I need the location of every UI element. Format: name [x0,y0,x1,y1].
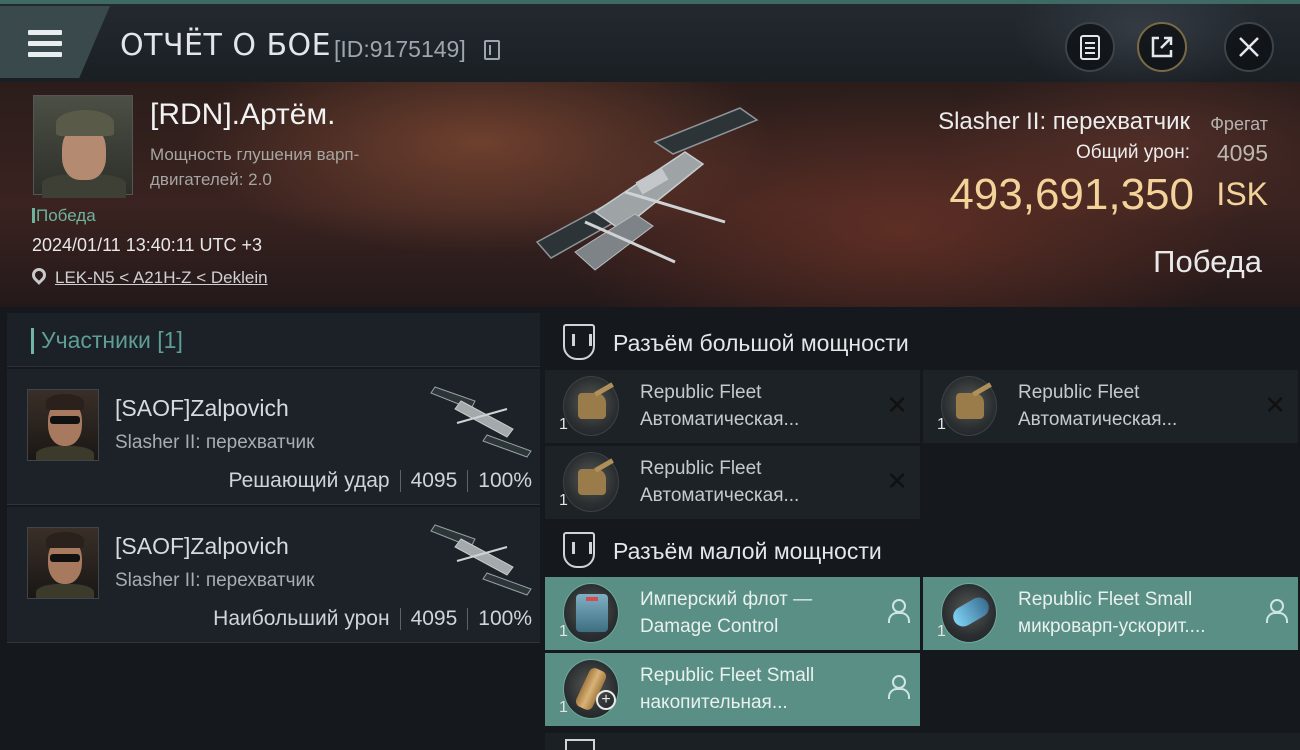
share-icon [1151,36,1173,58]
clipboard-icon [1080,35,1100,60]
participants-header[interactable]: Участники [1] [7,313,540,367]
participant-stats: Наибольший урон 4095 100% [213,607,532,631]
victim-ship-class: Фрегат [1210,114,1268,134]
damage-control-icon [563,583,619,643]
result-heading: Победа [1153,244,1262,279]
dropped-person-icon [886,599,910,623]
participant-ship: Slasher II: перехватчик [115,570,315,591]
module-name-line1: Republic Fleet [640,382,762,403]
participants-panel: Участники [1] [SAOF]Zalpovich Slasher II… [5,313,540,750]
participant-role: Решающий удар [228,469,390,492]
module-name-line1: Republic Fleet [640,458,762,479]
module-quantity: 1 [937,416,946,433]
location-link[interactable]: LEK-N5 < A21H-Z < Deklein [55,268,268,288]
module-name-line1: Republic Fleet [1018,382,1140,403]
module-name-line2: Автоматическая... [640,485,800,506]
copy-icon[interactable] [484,40,500,60]
module-tile[interactable]: 1 Имперский флот — Damage Control [545,577,920,650]
module-tile[interactable]: + 1 Republic Fleet Small накопительная..… [545,653,920,726]
clipboard-button[interactable] [1065,22,1115,72]
fitting-panel: Разъём большой мощности 1 Republic Fleet… [545,310,1300,750]
participant-ship-icon [430,524,532,596]
participant-avatar [27,527,99,599]
high-slot-icon [563,324,595,360]
victim-ship-name[interactable]: Slasher II: перехватчик [938,108,1190,136]
participant-damage: 4095 [410,607,458,630]
menu-icon [28,30,62,63]
close-icon [1239,37,1259,57]
isk-unit: ISK [1216,176,1268,212]
module-name-line2: накопительная... [640,692,788,713]
low-slot-icon [563,532,595,568]
module-name-line2: Автоматическая... [1018,409,1178,430]
destroyed-icon: ✕ [886,466,908,496]
high-slot-header: Разъём большой мощности [545,312,1300,370]
capacitor-battery-icon: + [563,659,619,719]
autocannon-icon [941,376,997,436]
total-damage-label: Общий урон: [1076,142,1190,163]
module-name-line1: Republic Fleet Small [640,665,815,686]
next-section-peek [545,733,1300,750]
report-id: [ID:9175149] [334,36,466,62]
participant-percent: 100% [478,607,532,630]
microwarpdrive-icon [941,583,997,643]
module-quantity: 1 [937,623,946,640]
participant-stats: Решающий удар 4095 100% [229,469,532,493]
autocannon-icon [563,452,619,512]
participants-title: Участники [1] [41,327,183,353]
module-tile[interactable]: 1 Republic Fleet Автоматическая... ✕ [545,370,920,443]
participant-name: [SAOF]Zalpovich [115,395,289,421]
participant-name: [SAOF]Zalpovich [115,533,289,559]
high-slot-title: Разъём большой мощности [613,330,909,356]
module-quantity: 1 [559,699,568,716]
dropped-person-icon [886,675,910,699]
participant-avatar [27,389,99,461]
victim-name[interactable]: [RDN].Артём. [150,98,335,132]
menu-button[interactable] [0,6,110,78]
autocannon-icon [563,376,619,436]
participant-ship-icon [430,386,532,458]
low-slot-header: Разъём малой мощности [545,520,1300,578]
total-damage-value: 4095 [1216,140,1268,166]
location-pin-icon [29,265,49,285]
dropped-person-icon [1264,599,1288,623]
close-button[interactable] [1224,22,1274,72]
module-quantity: 1 [559,492,568,509]
destroyed-icon: ✕ [1264,390,1286,420]
victim-attribute: Мощность глушения варп-двигателей: 2.0 [150,145,360,189]
participant-role: Наибольший урон [213,607,390,630]
module-tile[interactable]: 1 Republic Fleet Small микроварп-ускорит… [923,577,1298,650]
module-name-line1: Republic Fleet Small [1018,589,1193,610]
participant-card[interactable]: [SAOF]Zalpovich Slasher II: перехватчик … [7,507,540,643]
module-name-line2: микроварп-ускорит.... [1018,616,1206,637]
participant-percent: 100% [478,469,532,492]
module-name-line1: Имперский флот — [640,589,813,610]
participant-damage: 4095 [410,469,458,492]
module-quantity: 1 [559,623,568,640]
module-name-line2: Автоматическая... [640,409,800,430]
share-button[interactable] [1137,22,1187,72]
module-quantity: 1 [559,416,568,433]
module-name-line2: Damage Control [640,616,779,637]
page-title: ОТЧЁТ О БОЕ [120,28,332,63]
isk-value: 493,691,350 [949,170,1194,219]
destroyed-icon: ✕ [886,390,908,420]
kill-datetime: 2024/01/11 13:40:11 UTC +3 [32,235,263,255]
result-label: Победа [32,206,96,225]
ship-render[interactable] [525,102,775,282]
victim-portrait[interactable] [33,95,133,198]
participant-ship: Slasher II: перехватчик [115,432,315,453]
low-slot-title: Разъём малой мощности [613,538,882,564]
module-tile[interactable]: 1 Republic Fleet Автоматическая... ✕ [923,370,1298,443]
participant-card[interactable]: [SAOF]Zalpovich Slasher II: перехватчик … [7,369,540,505]
kill-summary-banner: [RDN].Артём. Мощность глушения варп-двиг… [0,82,1300,307]
header-bar: ОТЧЁТ О БОЕ [ID:9175149] [0,0,1300,94]
module-tile[interactable]: 1 Republic Fleet Автоматическая... ✕ [545,446,920,519]
